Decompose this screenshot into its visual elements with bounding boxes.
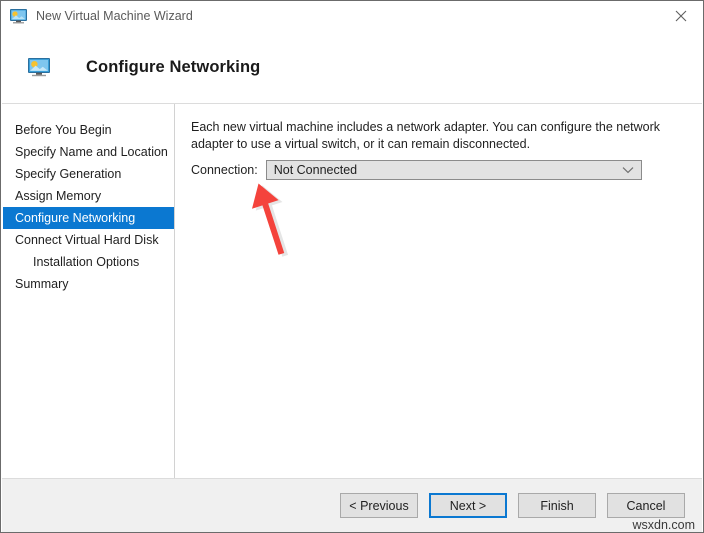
watermark-text: wsxdn.com [632, 518, 695, 532]
sidebar-item-installation-options[interactable]: Installation Options [2, 251, 174, 273]
previous-button[interactable]: < Previous [340, 493, 418, 518]
new-virtual-machine-wizard-window: New Virtual Machine Wizard Configure Net… [0, 0, 704, 533]
virtual-machine-monitor-icon [10, 9, 27, 24]
cancel-button[interactable]: Cancel [607, 493, 685, 518]
sidebar-item-before-you-begin[interactable]: Before You Begin [2, 119, 174, 141]
sidebar-item-connect-virtual-hard-disk[interactable]: Connect Virtual Hard Disk [2, 229, 174, 251]
window-title: New Virtual Machine Wizard [36, 9, 193, 23]
wizard-body: Before You Begin Specify Name and Locati… [2, 104, 702, 478]
chevron-down-icon [622, 161, 634, 179]
sidebar-item-specify-generation[interactable]: Specify Generation [2, 163, 174, 185]
close-icon [675, 10, 687, 22]
wizard-main-pane: Each new virtual machine includes a netw… [176, 104, 702, 478]
close-button[interactable] [658, 1, 703, 30]
sidebar-item-assign-memory[interactable]: Assign Memory [2, 185, 174, 207]
sidebar-item-configure-networking[interactable]: Configure Networking [3, 207, 174, 229]
wizard-steps-sidebar: Before You Begin Specify Name and Locati… [2, 104, 175, 478]
footer-button-row: < Previous Next > Finish Cancel [340, 493, 685, 518]
sidebar-item-summary[interactable]: Summary [2, 273, 174, 295]
page-header: Configure Networking [2, 31, 702, 104]
sidebar-item-specify-name-and-location[interactable]: Specify Name and Location [2, 141, 174, 163]
description-text: Each new virtual machine includes a netw… [191, 119, 681, 153]
connection-row: Connection: Not Connected [191, 160, 642, 180]
next-button[interactable]: Next > [429, 493, 507, 518]
connection-select[interactable]: Not Connected [266, 160, 642, 180]
page-title: Configure Networking [86, 58, 260, 77]
title-bar: New Virtual Machine Wizard [1, 1, 703, 31]
wizard-footer: < Previous Next > Finish Cancel wsxdn.co… [2, 478, 702, 533]
finish-button[interactable]: Finish [518, 493, 596, 518]
connection-label: Connection: [191, 163, 258, 177]
virtual-machine-monitor-icon [28, 58, 50, 77]
connection-selected-value: Not Connected [274, 163, 357, 177]
